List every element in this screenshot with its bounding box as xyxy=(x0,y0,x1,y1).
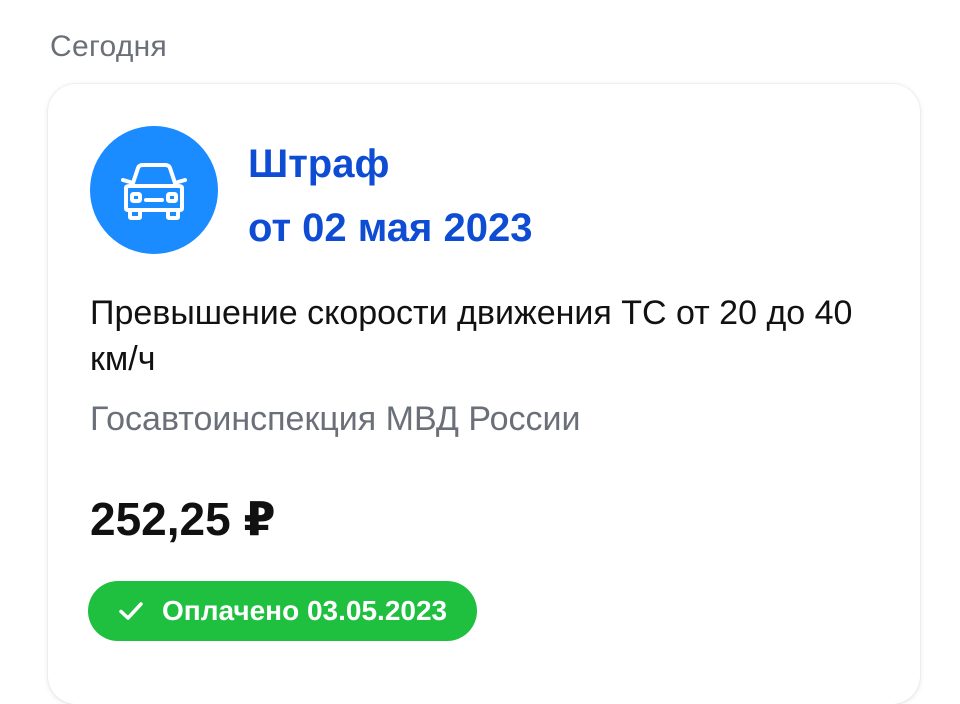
fine-issuer: Госавтоинспекция МВД России xyxy=(90,400,581,438)
fine-card[interactable]: Штраф от 02 мая 2023 Превышение скорости… xyxy=(48,84,920,704)
paid-status-badge: Оплачено 03.05.2023 xyxy=(88,581,478,641)
fine-heading: Штраф от 02 мая 2023 xyxy=(248,132,888,260)
car-icon xyxy=(90,126,218,254)
paid-status-label: Оплачено 03.05.2023 xyxy=(162,595,448,626)
fine-amount: 252,25 ₽ xyxy=(90,493,276,545)
section-date-label: Сегодня xyxy=(50,30,168,63)
fine-title: Штраф xyxy=(248,142,390,186)
fine-date: от 02 мая 2023 xyxy=(248,206,533,250)
checkmark-icon xyxy=(119,602,143,620)
fine-description: Превышение скорости движения ТС от 20 до… xyxy=(90,294,853,378)
